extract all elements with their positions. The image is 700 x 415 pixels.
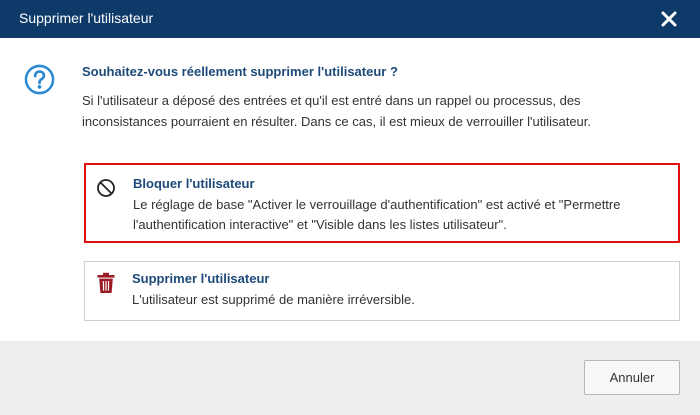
confirmation-question: Souhaitez-vous réellement supprimer l'ut… — [82, 64, 398, 79]
question-circle-icon — [24, 64, 55, 95]
dialog-footer: Annuler — [0, 341, 700, 415]
delete-user-title: Supprimer l'utilisateur — [132, 271, 270, 286]
delete-user-dialog: Supprimer l'utilisateur Souhaitez-vous r… — [0, 0, 700, 415]
delete-user-option[interactable]: Supprimer l'utilisateur L'utilisateur es… — [84, 261, 680, 321]
dialog-title: Supprimer l'utilisateur — [19, 10, 154, 26]
block-user-description: Le réglage de base "Activer le verrouill… — [133, 197, 621, 232]
prohibited-icon — [97, 179, 115, 197]
block-user-title: Bloquer l'utilisateur — [133, 176, 255, 191]
cancel-button[interactable]: Annuler — [584, 360, 680, 395]
warning-description: Si l'utilisateur a déposé des entrées et… — [82, 93, 591, 129]
close-button[interactable] — [658, 8, 680, 30]
trash-icon — [97, 272, 115, 293]
delete-user-description: L'utilisateur est supprimé de manière ir… — [132, 292, 415, 307]
close-icon — [661, 11, 677, 27]
block-user-option[interactable]: Bloquer l'utilisateur Le réglage de base… — [84, 163, 680, 243]
dialog-titlebar: Supprimer l'utilisateur — [0, 0, 700, 38]
